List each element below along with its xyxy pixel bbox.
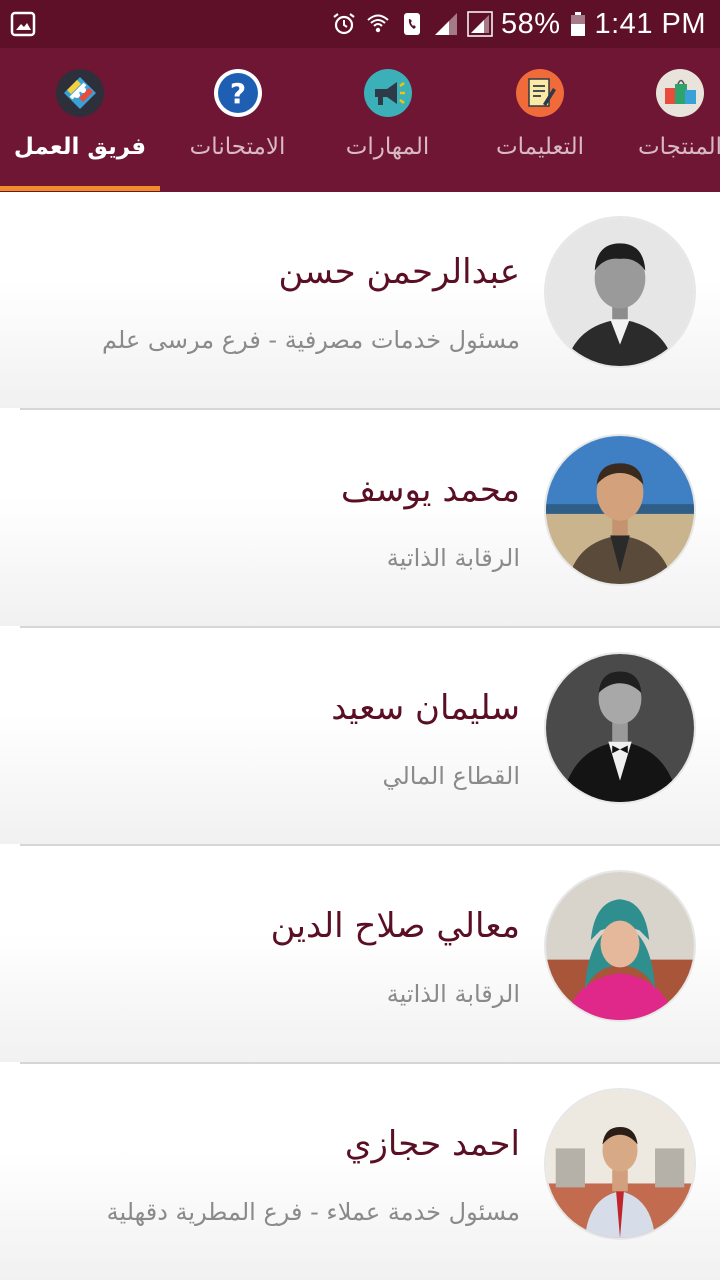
svg-text:?: ? bbox=[229, 77, 245, 110]
tab-products[interactable]: المنتجات bbox=[620, 48, 720, 192]
member-name: محمد يوسف bbox=[340, 470, 520, 510]
active-tab-indicator bbox=[0, 186, 160, 191]
avatar bbox=[544, 434, 696, 586]
tab-skills[interactable]: المهارات bbox=[315, 48, 460, 192]
megaphone-icon bbox=[363, 69, 412, 117]
member-name: معالي صلاح الدين bbox=[270, 906, 520, 946]
tab-instructions[interactable]: التعليمات bbox=[460, 48, 620, 192]
clock: 1:41 PM bbox=[594, 7, 706, 40]
member-role: مسئول خدمات مصرفية - فرع مرسى علم bbox=[102, 326, 520, 354]
avatar bbox=[544, 216, 696, 368]
alarm-icon bbox=[333, 13, 355, 35]
status-bar: 58% 1:41 PM bbox=[0, 0, 720, 48]
products-icon bbox=[656, 69, 704, 117]
member-name: احمد حجازي bbox=[344, 1124, 520, 1164]
tab-label: فريق العمل bbox=[13, 134, 147, 160]
list-item[interactable]: سليمان سعيد القطاع المالي bbox=[0, 628, 720, 844]
avatar bbox=[544, 1088, 696, 1240]
tab-team[interactable]: فريق العمل bbox=[0, 48, 160, 192]
tab-label: المنتجات bbox=[637, 134, 720, 160]
list-item[interactable]: عبدالرحمن حسن مسئول خدمات مصرفية - فرع م… bbox=[0, 192, 720, 408]
tab-label: المهارات bbox=[345, 134, 430, 160]
tab-exams[interactable]: ? الامتحانات bbox=[160, 48, 315, 192]
avatar bbox=[544, 652, 696, 804]
tab-bar: فريق العمل ? الامتحانات المهارات التعليم… bbox=[0, 48, 720, 192]
member-role: الرقابة الذاتية bbox=[386, 544, 520, 572]
member-role: الرقابة الذاتية bbox=[386, 980, 520, 1008]
list-item[interactable]: محمد يوسف الرقابة الذاتية bbox=[0, 410, 720, 626]
member-name: عبدالرحمن حسن bbox=[278, 252, 520, 292]
tab-label: الامتحانات bbox=[189, 134, 286, 160]
team-handshake-icon bbox=[56, 69, 104, 117]
signal-icon bbox=[467, 11, 493, 37]
notepad-icon bbox=[516, 69, 564, 117]
signal-icon bbox=[434, 13, 457, 35]
battery-percent: 58% bbox=[500, 7, 561, 40]
member-role: مسئول خدمة عملاء - فرع المطرية دقهلية bbox=[106, 1198, 520, 1226]
wifi-calling-icon bbox=[367, 14, 389, 33]
avatar bbox=[544, 870, 696, 1022]
battery-icon bbox=[570, 12, 585, 36]
tab-label: التعليمات bbox=[496, 134, 584, 160]
question-icon: ? bbox=[213, 69, 262, 117]
list-item[interactable]: احمد حجازي مسئول خدمة عملاء - فرع المطري… bbox=[0, 1064, 720, 1280]
gallery-icon bbox=[10, 11, 36, 37]
member-role: القطاع المالي bbox=[382, 762, 520, 790]
member-name: سليمان سعيد bbox=[331, 688, 520, 728]
list-item[interactable]: معالي صلاح الدين الرقابة الذاتية bbox=[0, 846, 720, 1062]
phone-icon bbox=[403, 13, 420, 35]
